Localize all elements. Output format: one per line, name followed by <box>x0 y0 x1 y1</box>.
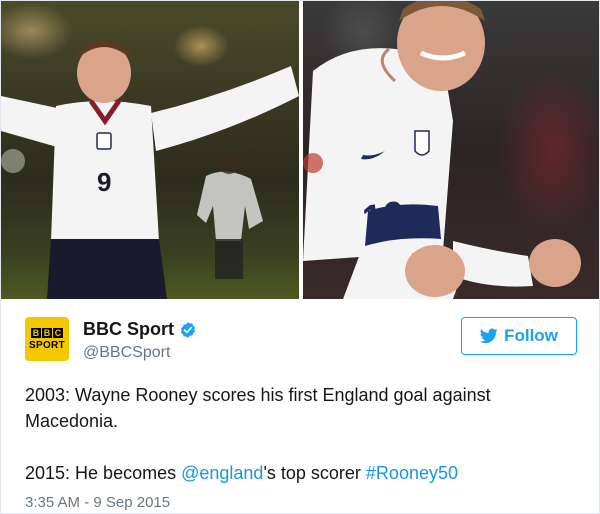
display-name-row[interactable]: BBC Sport <box>83 319 197 340</box>
tweet-text-line1: 2003: Wayne Rooney scores his first Engl… <box>25 385 491 431</box>
tweet-card: 9 10 B B C SPORT BBC Sport @BBCSport Fol… <box>0 0 600 514</box>
tweet-header: B B C SPORT BBC Sport @BBCSport Follow <box>25 317 577 367</box>
photo-rooney-2003[interactable]: 9 <box>1 1 299 299</box>
jersey-number-9: 9 <box>97 167 111 197</box>
photo-rooney-2015[interactable]: 10 <box>303 1 599 299</box>
follow-button-label: Follow <box>504 326 558 345</box>
tweet-text-middle: 's top scorer <box>263 463 366 483</box>
tweet-media[interactable]: 9 10 <box>1 1 599 299</box>
verified-badge-icon <box>180 321 196 338</box>
avatar-sport-label: SPORT <box>29 339 65 351</box>
account-handle[interactable]: @BBCSport <box>83 344 197 362</box>
twitter-bird-icon <box>480 328 498 344</box>
account-names[interactable]: BBC Sport @BBCSport <box>83 319 197 362</box>
avatar[interactable]: B B C SPORT <box>25 317 69 361</box>
tweet-text-line2: 2015: He becomes @england's top scorer #… <box>25 460 565 486</box>
avatar-letter: B <box>31 327 41 338</box>
rooney-2003-illustration: 9 <box>1 41 299 299</box>
rooney-2015-illustration: 10 <box>303 1 581 299</box>
mention-link[interactable]: @england <box>181 463 263 483</box>
avatar-letter: B <box>42 327 52 338</box>
hashtag-link[interactable]: #Rooney50 <box>366 463 458 483</box>
tweet-text-prefix: 2015: He becomes <box>25 463 182 483</box>
follow-button[interactable]: Follow <box>461 317 577 355</box>
avatar-bbc-logo: B B C <box>31 327 63 338</box>
tweet-timestamp[interactable]: 3:35 AM - 9 Sep 2015 <box>25 494 170 511</box>
jersey-number-10: 10 <box>360 194 408 241</box>
avatar-letter: C <box>53 327 63 338</box>
display-name[interactable]: BBC Sport <box>83 319 174 340</box>
